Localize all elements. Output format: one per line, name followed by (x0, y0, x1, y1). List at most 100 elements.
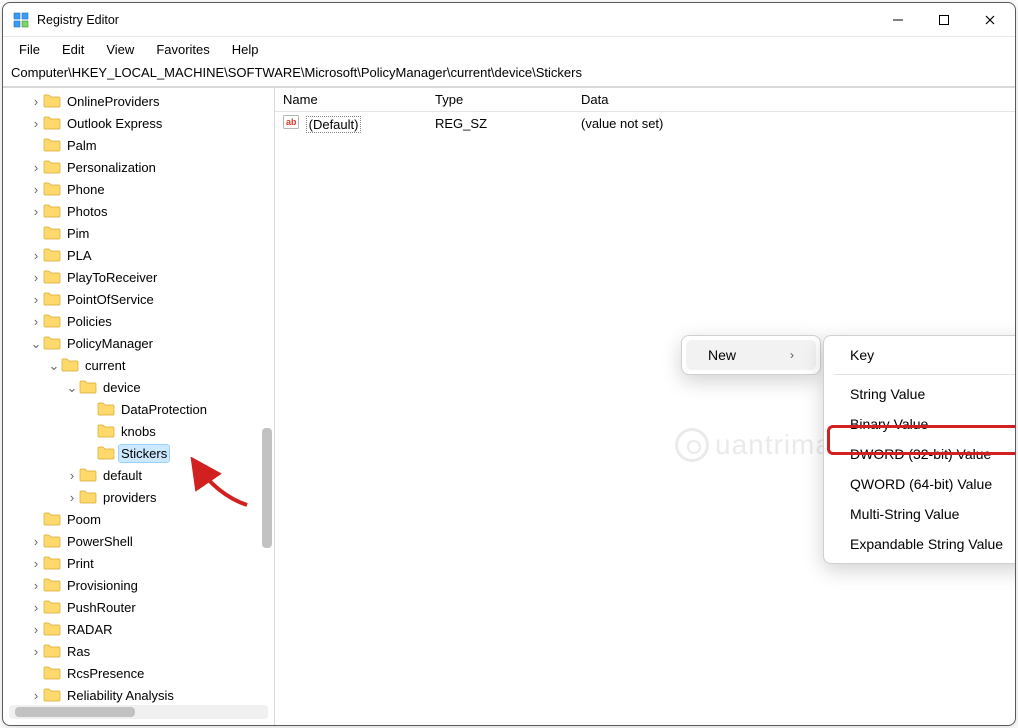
ctx-item-qword[interactable]: QWORD (64-bit) Value (828, 469, 1015, 499)
folder-icon (43, 93, 61, 109)
tree-item-label: PolicyManager (65, 335, 155, 352)
chevron-right-icon[interactable]: › (29, 205, 43, 218)
tree-item-label: Photos (65, 203, 109, 220)
chevron-right-icon[interactable]: › (29, 161, 43, 174)
chevron-right-icon[interactable]: › (29, 689, 43, 702)
horizontal-scrollbar[interactable] (9, 705, 268, 719)
string-value-icon: ab (283, 115, 299, 129)
tree-item-pla[interactable]: › PLA (3, 244, 274, 266)
chevron-right-icon[interactable]: › (29, 183, 43, 196)
tree-view[interactable]: › OnlineProviders ›Outlook ExpressPalm›Per… (3, 88, 274, 703)
menu-view[interactable]: View (96, 40, 144, 59)
chevron-right-icon[interactable]: › (29, 271, 43, 284)
tree-item-policymanager[interactable]: ⌄ PolicyManager (3, 332, 274, 354)
tree-item-radar[interactable]: ›RADAR (3, 618, 274, 640)
tree-item-palm[interactable]: Palm (3, 134, 274, 156)
tree-item-ras[interactable]: ›Ras (3, 640, 274, 662)
tree-item-stickers[interactable]: Stickers (3, 442, 274, 464)
tree-item-reliability-analysis[interactable]: ›Reliability Analysis (3, 684, 274, 703)
folder-icon (61, 357, 79, 373)
tree-item-providers[interactable]: › providers (3, 486, 274, 508)
tree-item-default[interactable]: ›default (3, 464, 274, 486)
ctx-item-multistring[interactable]: Multi-String Value (828, 499, 1015, 529)
chevron-down-icon[interactable]: ⌄ (47, 359, 61, 372)
menu-file[interactable]: File (9, 40, 50, 59)
folder-icon (97, 423, 115, 439)
chevron-right-icon[interactable]: › (29, 315, 43, 328)
menu-edit[interactable]: Edit (52, 40, 94, 59)
chevron-down-icon[interactable]: ⌄ (29, 337, 43, 350)
folder-icon (79, 379, 97, 395)
chevron-right-icon[interactable]: › (29, 579, 43, 592)
tree-item-rcspresence[interactable]: RcsPresence (3, 662, 274, 684)
chevron-right-icon[interactable]: › (65, 491, 79, 504)
tree-item-label: PointOfService (65, 291, 156, 308)
column-name[interactable]: Name (275, 92, 427, 107)
folder-icon (43, 577, 61, 593)
chevron-right-icon[interactable]: › (29, 117, 43, 130)
ctx-item-key[interactable]: Key (828, 340, 1015, 370)
tree-item-poom[interactable]: Poom (3, 508, 274, 530)
tree-item-pushrouter[interactable]: ›PushRouter (3, 596, 274, 618)
tree-item-label: OnlineProviders (65, 93, 162, 110)
tree-item-current[interactable]: ⌄current (3, 354, 274, 376)
tree-item-label: providers (101, 489, 158, 506)
chevron-right-icon[interactable]: › (29, 293, 43, 306)
menu-help[interactable]: Help (222, 40, 269, 59)
ctx-item-new[interactable]: New› (686, 340, 816, 370)
folder-icon (43, 181, 61, 197)
chevron-down-icon[interactable]: ⌄ (65, 381, 79, 394)
chevron-right-icon[interactable]: › (29, 557, 43, 570)
tree-item-label: Print (65, 555, 96, 572)
tree-item-pim[interactable]: Pim (3, 222, 274, 244)
values-header: Name Type Data (275, 88, 1015, 112)
tree-item-label: PLA (65, 247, 94, 264)
chevron-right-icon[interactable]: › (29, 535, 43, 548)
vertical-scrollbar-thumb[interactable] (262, 428, 272, 548)
folder-icon (43, 335, 61, 351)
tree-item-device[interactable]: ⌄device (3, 376, 274, 398)
tree-item-powershell[interactable]: ›PowerShell (3, 530, 274, 552)
tree-item-provisioning[interactable]: ›Provisioning (3, 574, 274, 596)
tree-item-dataprotection[interactable]: DataProtection (3, 398, 274, 420)
tree-item-knobs[interactable]: knobs (3, 420, 274, 442)
tree-item-pointofservice[interactable]: › PointOfService (3, 288, 274, 310)
chevron-right-icon[interactable]: › (29, 601, 43, 614)
value-data: (value not set) (573, 116, 1015, 131)
maximize-button[interactable] (921, 4, 967, 36)
tree-item-outlook-express[interactable]: ›Outlook Express (3, 112, 274, 134)
column-data[interactable]: Data (573, 92, 1015, 107)
tree-item-playtoreceiver[interactable]: ›PlayToReceiver (3, 266, 274, 288)
ctx-item-string[interactable]: String Value (828, 379, 1015, 409)
close-button[interactable] (967, 4, 1013, 36)
value-row[interactable]: ab (Default) REG_SZ (value not set) (275, 112, 1015, 134)
address-bar[interactable]: Computer\HKEY_LOCAL_MACHINE\SOFTWARE\Mic… (3, 61, 1015, 87)
tree-item-policies[interactable]: › Policies (3, 310, 274, 332)
tree-item-photos[interactable]: › Photos (3, 200, 274, 222)
folder-icon (43, 665, 61, 681)
chevron-right-icon[interactable]: › (29, 645, 43, 658)
value-type: REG_SZ (427, 116, 573, 131)
tree-item-print[interactable]: › Print (3, 552, 274, 574)
menu-favorites[interactable]: Favorites (146, 40, 219, 59)
tree-item-label: Policies (65, 313, 114, 330)
column-type[interactable]: Type (427, 92, 573, 107)
ctx-item-dword[interactable]: DWORD (32-bit) Value (828, 439, 1015, 469)
folder-icon (79, 489, 97, 505)
minimize-button[interactable] (875, 4, 921, 36)
chevron-right-icon[interactable]: › (29, 249, 43, 262)
context-submenu-new: Key String Value Binary Value DWORD (32-… (823, 335, 1015, 564)
chevron-right-icon[interactable]: › (65, 469, 79, 482)
chevron-right-icon[interactable]: › (29, 95, 43, 108)
folder-icon (43, 621, 61, 637)
tree-item-onlineproviders[interactable]: › OnlineProviders (3, 90, 274, 112)
tree-item-personalization[interactable]: ›Personalization (3, 156, 274, 178)
ctx-item-binary[interactable]: Binary Value (828, 409, 1015, 439)
tree-item-label: Poom (65, 511, 103, 528)
ctx-item-expandstring[interactable]: Expandable String Value (828, 529, 1015, 559)
tree-item-phone[interactable]: ›Phone (3, 178, 274, 200)
folder-icon (43, 269, 61, 285)
horizontal-scrollbar-thumb[interactable] (15, 707, 135, 717)
chevron-right-icon[interactable]: › (29, 623, 43, 636)
folder-icon (43, 291, 61, 307)
